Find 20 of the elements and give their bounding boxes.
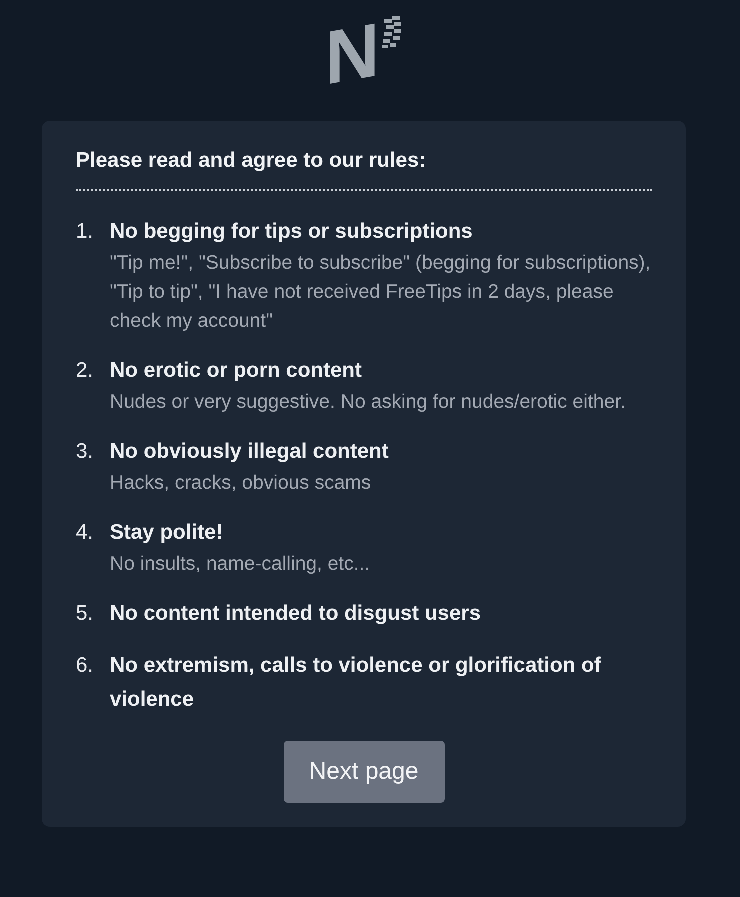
rule-title: No begging for tips or subscriptions	[110, 219, 474, 245]
rule-number: 4.	[76, 520, 95, 546]
rule-title: No erotic or porn content	[110, 358, 363, 384]
rule-title: No content intended to disgust users	[110, 601, 482, 627]
rule-description: Hacks, cracks, obvious scams	[110, 471, 372, 496]
rule-number: 3.	[76, 439, 95, 465]
rule-description: No insults, name-calling, etc...	[110, 552, 372, 577]
rule-description: Nudes or very suggestive. No asking for nudes/erotic either.	[110, 390, 627, 415]
rule-description: "Tip me!", "Subscribe to subscribe" (begging for subscriptions), "Tip to tip", "I have not received FreeTips in 2 days, please check my account"	[110, 251, 652, 334]
rule-number: 2.	[76, 358, 95, 384]
rules-heading: Please read and agree to our rules:	[76, 148, 428, 174]
rule-number: 5.	[76, 601, 95, 627]
logo-letter: N	[324, 17, 380, 93]
pixel-blocks-icon	[380, 16, 404, 48]
next-page-button[interactable]: Next page	[284, 741, 444, 803]
rule-title: No extremism, calls to violence or glorification of violence	[110, 653, 602, 713]
rule-number: 1.	[76, 219, 95, 245]
rule-number: 6.	[76, 653, 95, 679]
rule-title: Stay polite!	[110, 520, 224, 546]
rule-title: No obviously illegal content	[110, 439, 390, 465]
